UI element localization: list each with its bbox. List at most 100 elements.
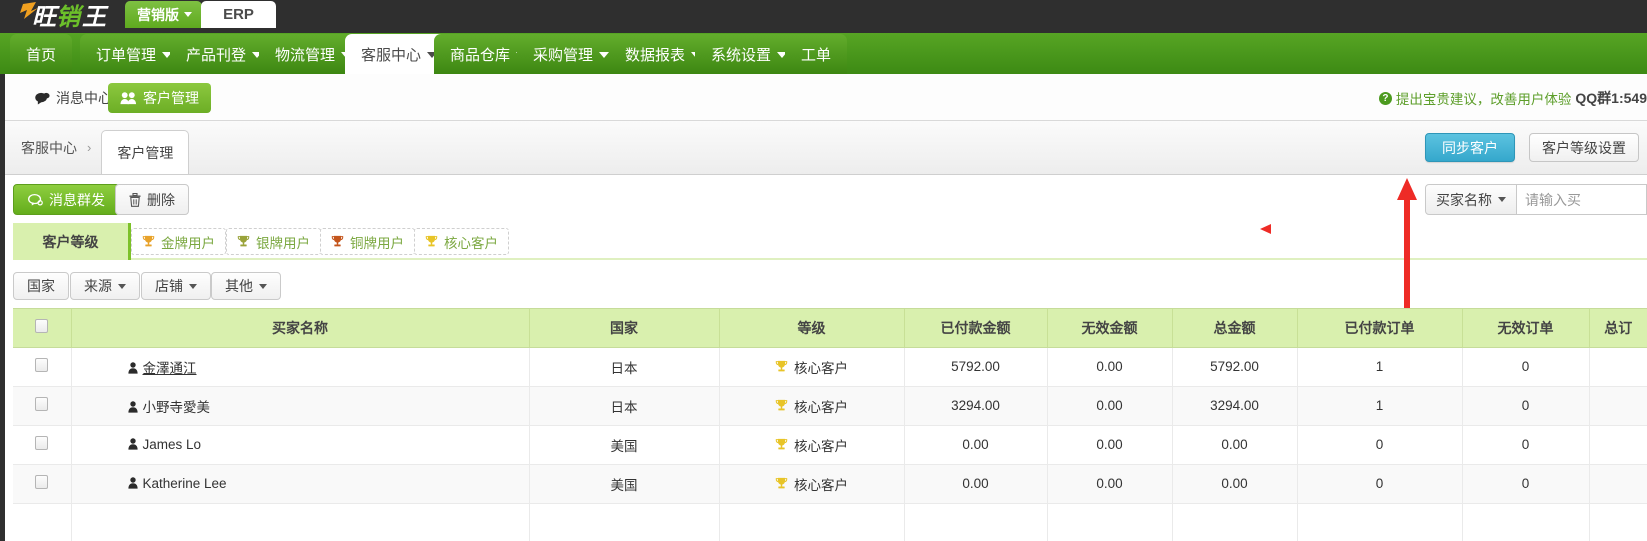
tab-customer-management[interactable]: 客户管理: [101, 130, 190, 174]
mass-message-button[interactable]: 消息群发: [13, 184, 120, 215]
delete-button[interactable]: 删除: [115, 184, 189, 215]
level-option-1[interactable]: 银牌用户: [226, 228, 321, 255]
cell-name: 小野寺愛美: [71, 386, 530, 426]
cell-paid_amount: 0.00: [904, 425, 1048, 465]
level-option-0[interactable]: 金牌用户: [131, 228, 226, 255]
nav-item-9[interactable]: 工单: [785, 34, 848, 74]
row-checkbox[interactable]: [35, 358, 49, 372]
nav-item-label: 数据报表: [625, 46, 686, 64]
cell-paid_orders: 0: [1297, 464, 1463, 504]
breadcrumb-parent[interactable]: 客服中心: [15, 138, 83, 158]
customer-name[interactable]: Katherine Lee: [143, 476, 227, 491]
search-field-label: 买家名称: [1436, 191, 1492, 208]
level-option-2[interactable]: 铜牌用户: [320, 228, 415, 255]
level-label: 核心客户: [794, 399, 848, 415]
table-header-label: 买家名称: [272, 319, 328, 336]
chevron-down-icon: [189, 283, 197, 289]
trophy-icon: [237, 235, 250, 247]
customer-level-settings-button[interactable]: 客户等级设置: [1529, 133, 1639, 162]
cell-country: 美国: [529, 464, 720, 504]
cell-invalid_amount: 0.00: [1047, 464, 1173, 504]
table-header-label: 总金额: [1213, 319, 1256, 336]
table-row[interactable]: 金澤通江 日本 核心客户 5792.00 0.00 5792.00 1 0: [13, 347, 1647, 387]
trophy-icon: [775, 477, 788, 489]
cell-name: James Lo: [71, 425, 530, 465]
cell-paid_orders: [1297, 503, 1463, 541]
cell-level: 核心客户: [719, 425, 905, 465]
erp-tab[interactable]: ERP: [201, 1, 276, 28]
version-label: 营销版: [137, 6, 179, 23]
row-checkbox[interactable]: [35, 436, 49, 450]
cell-paid_amount: 0.00: [904, 464, 1048, 504]
cell-value: 3294.00: [951, 398, 1000, 413]
filter-button-2[interactable]: 店铺: [141, 272, 211, 300]
sub-nav: 消息中心 客户管理 ? 提出宝贵建议，改善用户体验 QQ群1:549: [0, 74, 1647, 121]
cell-value: 0.00: [1096, 476, 1123, 491]
cell-value: 5792.00: [951, 359, 1000, 374]
table-row[interactable]: 小野寺愛美 日本 核心客户 3294.00 0.00 3294.00 1 0: [13, 386, 1647, 426]
level-option-3[interactable]: 核心客户: [414, 228, 509, 255]
search-group: 买家名称 请输入买: [1425, 184, 1647, 215]
sidebar-item-label: 消息中心: [56, 90, 112, 106]
table-row[interactable]: [13, 503, 1647, 541]
table-header-country: 国家: [529, 309, 720, 348]
nav-item-0[interactable]: 首页: [10, 34, 73, 74]
select-all-checkbox[interactable]: [35, 319, 49, 334]
cell-value: 1: [1375, 398, 1384, 413]
cell-total_orders: [1589, 503, 1647, 541]
table-row[interactable]: Katherine Lee 美国 核心客户 0.00 0.00 0.00 0 0: [13, 464, 1647, 504]
customer-name[interactable]: James Lo: [143, 437, 202, 452]
row-checkbox-cell: [13, 386, 72, 426]
feedback-notice[interactable]: ? 提出宝贵建议，改善用户体验 QQ群1:549: [1378, 88, 1647, 108]
filter-button-3[interactable]: 其他: [211, 272, 281, 300]
cell-invalid_amount: 0.00: [1047, 347, 1173, 387]
cell-level: 核心客户: [719, 464, 905, 504]
chevron-down-icon: [259, 283, 267, 289]
filter-button-1[interactable]: 来源: [70, 272, 140, 300]
table-header-check: [13, 309, 72, 348]
table-header-paid_amount: 已付款金额: [904, 309, 1048, 348]
cell-level: 核心客户: [719, 386, 905, 426]
nav-item-label: 工单: [801, 46, 832, 64]
row-checkbox[interactable]: [35, 475, 49, 489]
search-input[interactable]: 请输入买: [1517, 184, 1647, 215]
chevron-down-icon: [184, 12, 192, 17]
cell-invalid_orders: [1462, 503, 1590, 541]
cell-value: 0.00: [1096, 359, 1123, 374]
nav-item-label: 商品仓库: [450, 46, 511, 64]
cell-total_orders: [1589, 464, 1647, 504]
search-placeholder: 请输入买: [1525, 191, 1581, 208]
cell-total_orders: [1589, 347, 1647, 387]
sync-customers-button[interactable]: 同步客户: [1425, 133, 1515, 162]
cell-country: [529, 503, 720, 541]
chevron-down-icon: [1498, 197, 1506, 202]
cell-value: 0.00: [962, 437, 989, 452]
filter-button-0[interactable]: 国家: [13, 272, 69, 300]
cell-invalid_orders: 0: [1462, 347, 1590, 387]
table-header-level: 等级: [719, 309, 905, 348]
table-header-label: 总订: [1604, 319, 1633, 336]
cell-paid_amount: 3294.00: [904, 386, 1048, 426]
sidebar-item-customer-management[interactable]: 客户管理: [108, 83, 211, 113]
trophy-icon: [142, 235, 155, 247]
cell-name: Katherine Lee: [71, 464, 530, 504]
customer-name-link[interactable]: 金澤通江: [143, 361, 197, 376]
customer-name[interactable]: 小野寺愛美: [143, 400, 211, 415]
version-selector[interactable]: 营销版: [125, 1, 202, 28]
cell-paid_orders: 1: [1297, 347, 1463, 387]
search-field-selector[interactable]: 买家名称: [1425, 184, 1517, 215]
level-label: 核心客户: [794, 477, 848, 493]
cell-paid_amount: [904, 503, 1048, 541]
trophy-icon: [331, 235, 344, 247]
chevron-down-icon: [599, 52, 610, 58]
row-checkbox[interactable]: [35, 397, 49, 411]
table-row[interactable]: James Lo 美国 核心客户 0.00 0.00 0.00 0 0: [13, 425, 1647, 465]
filter-button-label: 国家: [27, 278, 55, 294]
customer-level-settings-label: 客户等级设置: [1542, 139, 1626, 156]
customer-table-wrapper: 买家名称 国家 等级 已付款金额 无效金额 总金额 已付款订单 无效订单 总订 金澤通江 日本 核心…: [13, 308, 1647, 541]
trophy-icon: [425, 235, 438, 247]
cell-value: 0.00: [1221, 437, 1248, 452]
customer-level-filter-bar: 客户等级 金牌用户 银牌用户 铜牌用户 核心客户: [13, 223, 1647, 260]
chevron-down-icon: [118, 283, 126, 289]
table-header-name: 买家名称: [71, 309, 530, 348]
